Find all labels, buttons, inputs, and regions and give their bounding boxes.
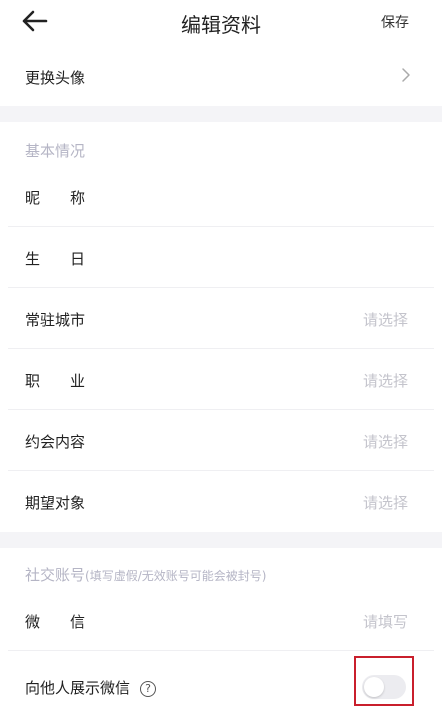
basic-section-title: 基本情况 [25,142,86,160]
save-button[interactable]: 保存 [381,12,409,32]
wechat-input[interactable]: 请填写 [363,611,408,632]
question-circle-icon[interactable]: ? [140,681,157,697]
city-value: 请选择 [362,311,408,329]
change-avatar-label: 更换头像 [25,69,86,87]
wechat-label: 微 信 [25,613,86,631]
show-wechat-label-text: 向他人展示微信 [25,679,131,697]
nickname-row[interactable]: 昵 称 [8,166,434,227]
highlight-box [354,656,414,706]
city-label: 常驻城市 [25,311,86,329]
chevron-right-icon [402,68,410,82]
occupation-row[interactable]: 职 业 请选择 [8,349,434,410]
date-content-label: 约会内容 [25,433,86,451]
birthday-label: 生 日 [25,250,86,268]
expected-partner-value: 请选择 [362,494,408,512]
wechat-row[interactable]: 微 信 请填写 [8,590,434,651]
section-divider [0,106,442,122]
date-content-row[interactable]: 约会内容 请选择 [8,410,434,471]
occupation-value: 请选择 [362,372,408,390]
birthday-row[interactable]: 生 日 [8,227,434,288]
expected-partner-label: 期望对象 [25,494,86,512]
change-avatar-row[interactable]: 更换头像 [8,54,434,102]
nickname-label: 昵 称 [25,189,86,207]
expected-partner-row[interactable]: 期望对象 请选择 [8,471,434,532]
section-divider-2 [0,532,442,548]
date-content-value: 请选择 [362,433,408,451]
page-title: 编辑资料 [181,13,261,37]
social-section-subtitle: (填写虚假/无效账号可能会被封号) [85,569,267,583]
social-section-title-text: 社交账号 [25,566,86,584]
occupation-label: 职 业 [25,372,86,390]
top-bar: 编辑资料 保存 [0,0,442,44]
social-section-title: 社交账号(填写虚假/无效账号可能会被封号) [25,564,266,585]
show-wechat-label: 向他人展示微信? [25,677,157,698]
city-row[interactable]: 常驻城市 请选择 [8,288,434,349]
